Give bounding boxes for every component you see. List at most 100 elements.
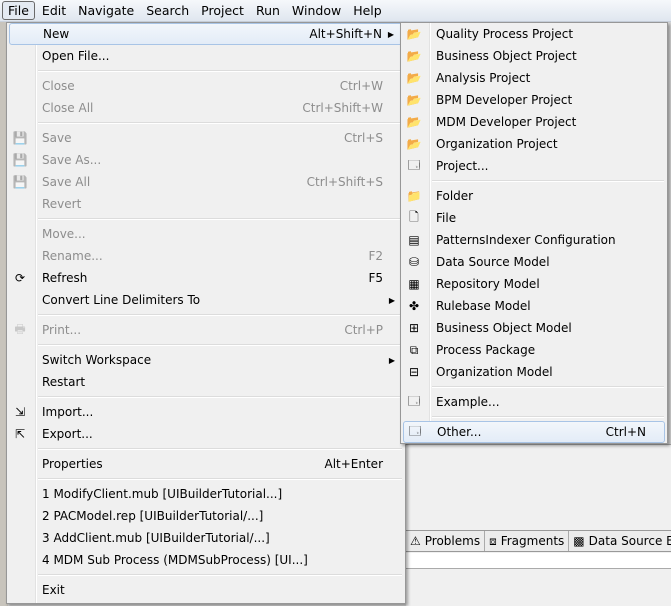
menu-item-business-object-project[interactable]: 📂 Business Object Project (403, 45, 665, 67)
menu-item-label: Folder (436, 189, 474, 203)
process-icon: ⧉ (409, 342, 419, 357)
menu-item-label: Example... (436, 395, 500, 409)
menu-item-bpm-developer-project[interactable]: 📂 BPM Developer Project (403, 89, 665, 111)
menu-file[interactable]: File (2, 1, 35, 20)
save-all-icon: 💾 (12, 175, 28, 189)
project-folder-icon: 📂 (406, 115, 422, 129)
menu-item-label: Move... (42, 227, 86, 241)
menu-item-label: Rename... (42, 249, 103, 263)
menu-item-label: Save As... (42, 153, 102, 167)
menu-item-label: Import... (42, 405, 94, 419)
menu-item-label: Export... (42, 427, 93, 441)
menu-item-convert-line-delimiters-to[interactable]: Convert Line Delimiters To ▶ (9, 289, 403, 311)
file-icon: 🗋 (409, 209, 419, 224)
menu-item-1-modifyclient-mub-uibuildertutorial[interactable]: 1 ModifyClient.mub [UIBuilderTutorial...… (9, 483, 403, 505)
tab-label: Fragments (500, 534, 565, 548)
menu-item-analysis-project[interactable]: 📂 Analysis Project (403, 67, 665, 89)
menu-item-data-source-model[interactable]: ⛁ Data Source Model (403, 251, 665, 273)
project-folder-icon: 📂 (406, 49, 422, 63)
export-icon: ⇱ (14, 427, 26, 441)
menu-item-exit[interactable]: Exit (9, 579, 403, 601)
menu-item-rename[interactable]: Rename... F2 (9, 245, 403, 267)
menu-item-label: Convert Line Delimiters To (42, 293, 201, 307)
menu-item-organization-project[interactable]: 📂 Organization Project (403, 133, 665, 155)
new-wizard-icon: 🗔 (407, 393, 421, 408)
menu-item-label: Refresh (42, 271, 88, 285)
rulebase-icon: ✤ (408, 299, 420, 313)
menu-item-export[interactable]: ⇱ Export... (9, 423, 403, 445)
menu-item-process-package[interactable]: ⧉ Process Package (403, 339, 665, 361)
menu-item-patternsindexer-configuration[interactable]: ▤ PatternsIndexer Configuration (403, 229, 665, 251)
shortcut-label: F5 (368, 271, 383, 285)
menu-item-save-as[interactable]: 💾 Save As... (9, 149, 403, 171)
menu-separator (7, 67, 405, 75)
menu-item-label: 2 PACModel.rep [UIBuilderTutorial/...] (42, 509, 264, 523)
menu-item-4-mdm-sub-process-mdmsubprocess-ui[interactable]: 4 MDM Sub Process (MDMSubProcess) [UI...… (9, 549, 403, 571)
menu-search[interactable]: Search (141, 2, 194, 19)
menu-item-close[interactable]: Close Ctrl+W (9, 75, 403, 97)
menu-help[interactable]: Help (348, 2, 387, 19)
shortcut-label: F2 (368, 249, 383, 263)
folder-icon: 📁 (406, 189, 422, 203)
bom-icon: ⊞ (408, 321, 420, 335)
menu-item-repository-model[interactable]: ▦ Repository Model (403, 273, 665, 295)
menu-item-other[interactable]: 🗔 Other... Ctrl+N (403, 421, 665, 443)
menu-item-mdm-developer-project[interactable]: 📂 MDM Developer Project (403, 111, 665, 133)
repository-icon: ▦ (408, 277, 420, 291)
menu-item-label: Data Source Model (436, 255, 550, 269)
menu-item-label: Quality Process Project (436, 27, 574, 41)
menu-navigate[interactable]: Navigate (73, 2, 139, 19)
data-source-icon: ▩ (573, 534, 585, 548)
menu-item-label: 3 AddClient.mub [UIBuilderTutorial/...] (42, 531, 270, 545)
menu-separator (7, 475, 405, 483)
menu-item-file[interactable]: 🗋 File (403, 207, 665, 229)
menu-item-3-addclient-mub-uibuildertutorial[interactable]: 3 AddClient.mub [UIBuilderTutorial/...] (9, 527, 403, 549)
menu-item-organization-model[interactable]: ⊟ Organization Model (403, 361, 665, 383)
menu-item-label: Organization Project (436, 137, 558, 151)
menu-item-move[interactable]: Move... (9, 223, 403, 245)
menu-item-quality-process-project[interactable]: 📂 Quality Process Project (403, 23, 665, 45)
menu-separator (7, 119, 405, 127)
menu-item-example[interactable]: 🗔 Example... (403, 391, 665, 413)
menu-edit[interactable]: Edit (37, 2, 71, 19)
menu-item-restart[interactable]: Restart (9, 371, 403, 393)
menu-project[interactable]: Project (196, 2, 249, 19)
save-as-icon: 💾 (12, 153, 28, 167)
menu-item-save[interactable]: 💾 Save Ctrl+S (9, 127, 403, 149)
shortcut-label: Ctrl+Shift+W (302, 101, 383, 115)
file-menu: New Alt+Shift+N ▶ Open File... Close Ctrl+W Cl… (6, 22, 406, 604)
menu-item-properties[interactable]: Properties Alt+Enter (9, 453, 403, 475)
menu-item-label: Save (42, 131, 72, 145)
tab-fragments[interactable]: ⧈ Fragments (485, 531, 570, 551)
menu-separator (401, 383, 667, 391)
menu-window[interactable]: Window (287, 2, 346, 19)
menu-item-rulebase-model[interactable]: ✤ Rulebase Model (403, 295, 665, 317)
tab-data-source-ex[interactable]: ▩Data Source Ex (569, 531, 671, 551)
tab-problems[interactable]: ⚠ Problems (406, 531, 486, 551)
refresh-icon: ⟳ (14, 271, 26, 285)
menu-item-2-pacmodel-rep-uibuildertutorial[interactable]: 2 PACModel.rep [UIBuilderTutorial/...] (9, 505, 403, 527)
menu-item-close-all[interactable]: Close All Ctrl+Shift+W (9, 97, 403, 119)
menu-item-label: Switch Workspace (42, 353, 152, 367)
menu-item-import[interactable]: ⇲ Import... (9, 401, 403, 423)
menu-item-print[interactable]: 🖶 Print... Ctrl+P (9, 319, 403, 341)
menu-run[interactable]: Run (251, 2, 285, 19)
save-icon: 💾 (12, 131, 28, 145)
menu-item-switch-workspace[interactable]: Switch Workspace ▶ (9, 349, 403, 371)
shortcut-label: Ctrl+W (339, 79, 383, 93)
config-icon: ▤ (408, 233, 420, 247)
menu-item-label: Revert (42, 197, 82, 211)
menu-separator (401, 413, 667, 421)
menu-separator (401, 177, 667, 185)
menu-item-open-file[interactable]: Open File... (9, 45, 403, 67)
menu-item-save-all[interactable]: 💾 Save All Ctrl+Shift+S (9, 171, 403, 193)
menu-item-business-object-model[interactable]: ⊞ Business Object Model (403, 317, 665, 339)
menu-item-new[interactable]: New Alt+Shift+N ▶ (9, 23, 403, 45)
menu-item-folder[interactable]: 📁 Folder (403, 185, 665, 207)
menu-item-revert[interactable]: Revert (9, 193, 403, 215)
menu-separator (7, 571, 405, 579)
menu-item-project[interactable]: 🗔 Project... (403, 155, 665, 177)
menu-item-refresh[interactable]: ⟳ Refresh F5 (9, 267, 403, 289)
print-icon: 🖶 (14, 321, 26, 336)
project-folder-icon: 📂 (406, 137, 422, 151)
